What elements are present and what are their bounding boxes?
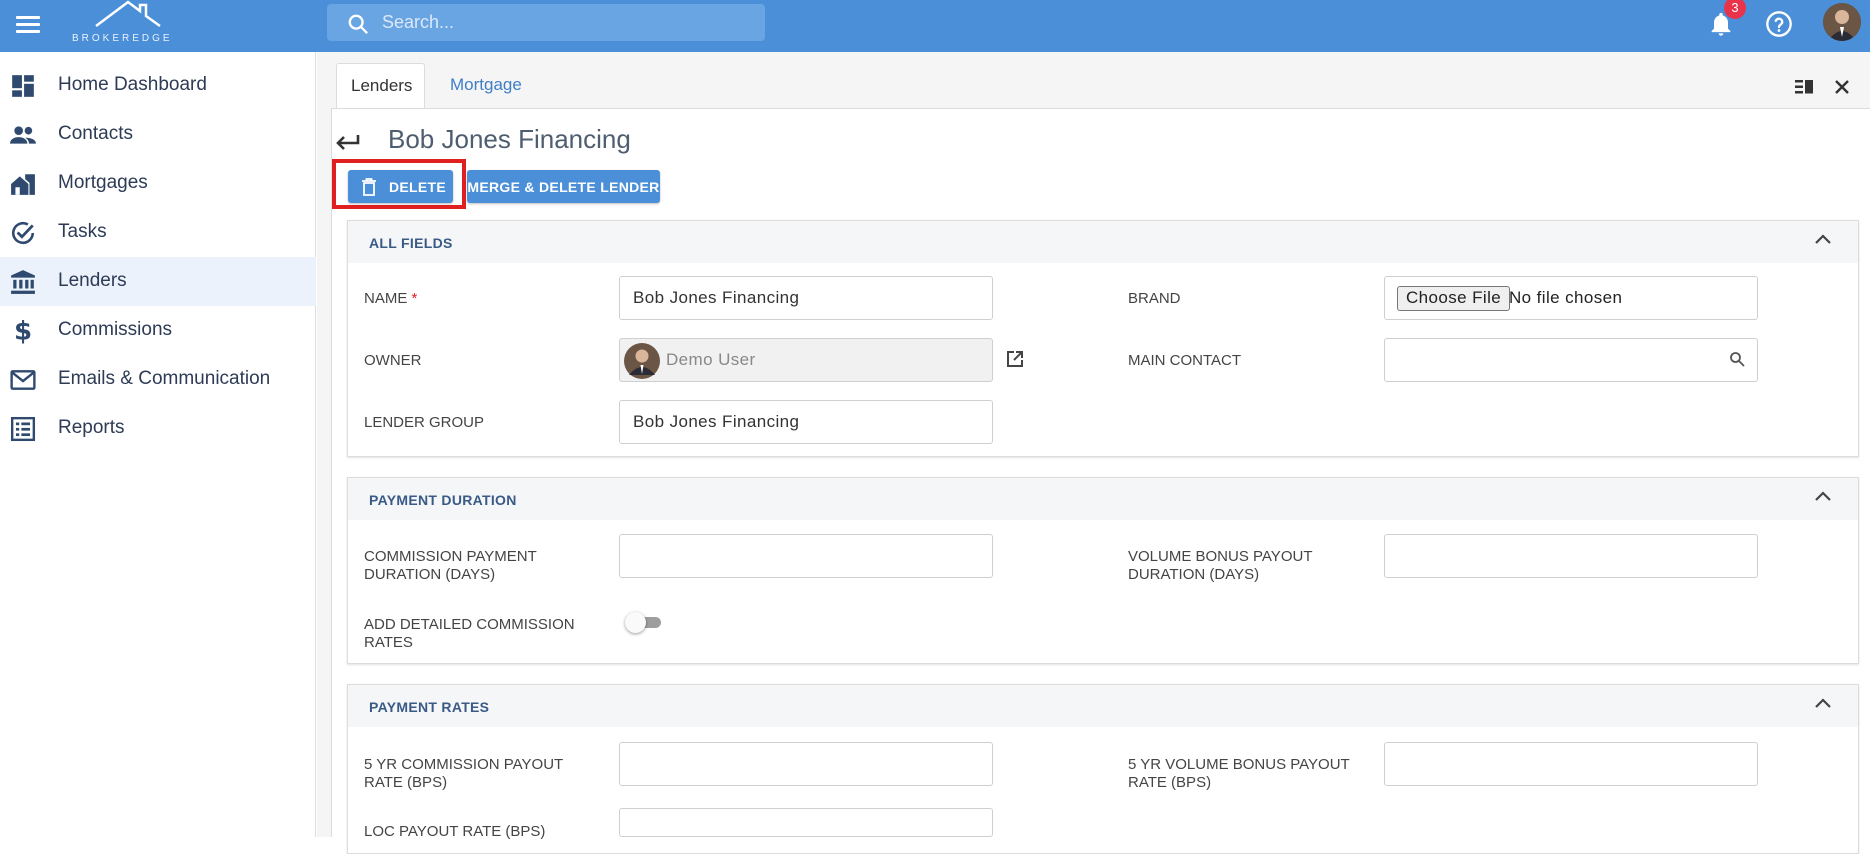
five-yr-commission-payout-rate-input[interactable] <box>619 742 993 786</box>
owner-avatar <box>624 343 660 379</box>
notification-badge: 3 <box>1724 0 1746 19</box>
search-box[interactable] <box>327 4 765 41</box>
volume-bonus-payout-duration-label: VOLUME BONUS PAYOUT DURATION (DAYS) <box>1128 548 1313 583</box>
section-title: ALL FIELDS <box>369 235 453 251</box>
sidebar-item-label: Home Dashboard <box>58 74 207 95</box>
loc-payout-rate-label: LOC PAYOUT RATE (BPS) <box>364 823 546 840</box>
page-title: Bob Jones Financing <box>388 124 631 154</box>
lender-group-label: LENDER GROUP <box>364 414 485 431</box>
tab-lenders[interactable]: Lenders <box>336 63 425 109</box>
sidebar-item-label: Emails & Communication <box>58 368 271 389</box>
main-contact-label: MAIN CONTACT <box>1128 352 1242 369</box>
sidebar-item-label: Contacts <box>58 123 133 144</box>
choose-file-button[interactable]: Choose File <box>1397 286 1511 311</box>
detailed-commission-rates-toggle[interactable] <box>625 612 663 633</box>
section-title: PAYMENT RATES <box>369 699 490 715</box>
all-fields-header[interactable]: ALL FIELDS <box>348 221 1858 263</box>
sidebar-item-emails-communication[interactable]: Emails & Communication <box>0 355 316 404</box>
sidebar-item-commissions[interactable]: $ Commissions <box>0 306 316 355</box>
top-bar: BROKEREDGE 3 <box>0 0 1870 52</box>
mortgages-icon <box>11 174 35 195</box>
sidebar-item-home-dashboard[interactable]: Home Dashboard <box>0 61 316 110</box>
svg-text:$: $ <box>14 318 32 344</box>
open-in-new-icon[interactable] <box>1006 350 1024 368</box>
brand-name: BROKEREDGE <box>72 33 173 44</box>
trash-icon <box>362 178 376 196</box>
file-status: No file chosen <box>1509 288 1623 307</box>
sidebar-item-mortgages[interactable]: Mortgages <box>0 159 316 208</box>
payment-duration-header[interactable]: PAYMENT DURATION <box>348 478 1858 520</box>
reports-icon <box>10 416 36 442</box>
chevron-up-icon[interactable] <box>1814 490 1832 502</box>
owner-field: Demo User <box>619 338 993 382</box>
merge-delete-lender-button[interactable]: MERGE & DELETE LENDER <box>467 170 660 203</box>
split-view-icon[interactable] <box>1794 78 1814 96</box>
contacts-icon <box>10 126 36 144</box>
owner-value: Demo User <box>666 350 756 369</box>
help-icon[interactable] <box>1765 10 1793 38</box>
search-input[interactable] <box>382 9 752 36</box>
five-yr-volume-bonus-payout-rate-input[interactable] <box>1384 742 1758 786</box>
volume-bonus-payout-duration-input[interactable] <box>1384 534 1758 578</box>
sidebar-item-contacts[interactable]: Contacts <box>0 110 316 159</box>
search-icon[interactable] <box>1729 351 1745 367</box>
payment-rates-header[interactable]: PAYMENT RATES <box>348 685 1858 727</box>
search-icon <box>348 14 368 34</box>
chevron-up-icon[interactable] <box>1814 697 1832 709</box>
lender-group-input[interactable]: Bob Jones Financing <box>619 400 993 444</box>
tab-mortgage[interactable]: Mortgage <box>436 63 536 109</box>
delete-button-label: DELETE <box>389 179 447 195</box>
section-title: PAYMENT DURATION <box>369 492 517 508</box>
required-asterisk: * <box>411 290 418 307</box>
sidebar-item-label: Commissions <box>58 319 173 340</box>
sidebar-item-label: Tasks <box>58 221 107 242</box>
loc-payout-rate-input[interactable] <box>619 808 993 837</box>
sidebar: Home Dashboard Contacts Mortgages Tasks … <box>0 52 316 837</box>
commission-payment-duration-input[interactable] <box>619 534 993 578</box>
sidebar-item-label: Lenders <box>58 270 127 291</box>
five-yr-volume-bonus-payout-rate-label: 5 YR VOLUME BONUS PAYOUT RATE (BPS) <box>1128 756 1350 791</box>
name-label: NAME * <box>364 290 418 307</box>
sidebar-item-reports[interactable]: Reports <box>0 404 316 453</box>
tab-bar: Lenders Mortgage <box>317 52 1870 109</box>
dollar-icon: $ <box>14 318 32 344</box>
sidebar-item-tasks[interactable]: Tasks <box>0 208 316 257</box>
mail-icon <box>10 370 36 390</box>
dashboard-icon <box>12 75 34 97</box>
hamburger-menu-icon[interactable] <box>14 12 42 40</box>
commission-payment-duration-label: COMMISSION PAYMENT DURATION (DAYS) <box>364 548 537 583</box>
brand-label: BRAND <box>1128 290 1181 307</box>
sidebar-item-lenders[interactable]: Lenders <box>0 257 316 306</box>
sidebar-item-label: Mortgages <box>58 172 148 193</box>
name-input[interactable]: Bob Jones Financing <box>619 276 993 320</box>
close-icon[interactable] <box>1833 78 1851 96</box>
owner-label: OWNER <box>364 352 422 369</box>
back-arrow-icon[interactable] <box>331 125 365 155</box>
chevron-up-icon[interactable] <box>1814 233 1832 245</box>
delete-button[interactable]: DELETE <box>348 170 453 203</box>
bank-icon <box>11 270 35 294</box>
sidebar-item-label: Reports <box>58 417 125 438</box>
main-contact-input[interactable] <box>1384 338 1758 382</box>
brand-file-input[interactable]: Choose File No file chosen <box>1384 276 1758 320</box>
user-avatar[interactable] <box>1823 3 1861 41</box>
tasks-icon <box>11 221 35 245</box>
detailed-commission-rates-label: ADD DETAILED COMMISSION RATES <box>364 616 575 651</box>
five-yr-commission-payout-rate-label: 5 YR COMMISSION PAYOUT RATE (BPS) <box>364 756 563 791</box>
